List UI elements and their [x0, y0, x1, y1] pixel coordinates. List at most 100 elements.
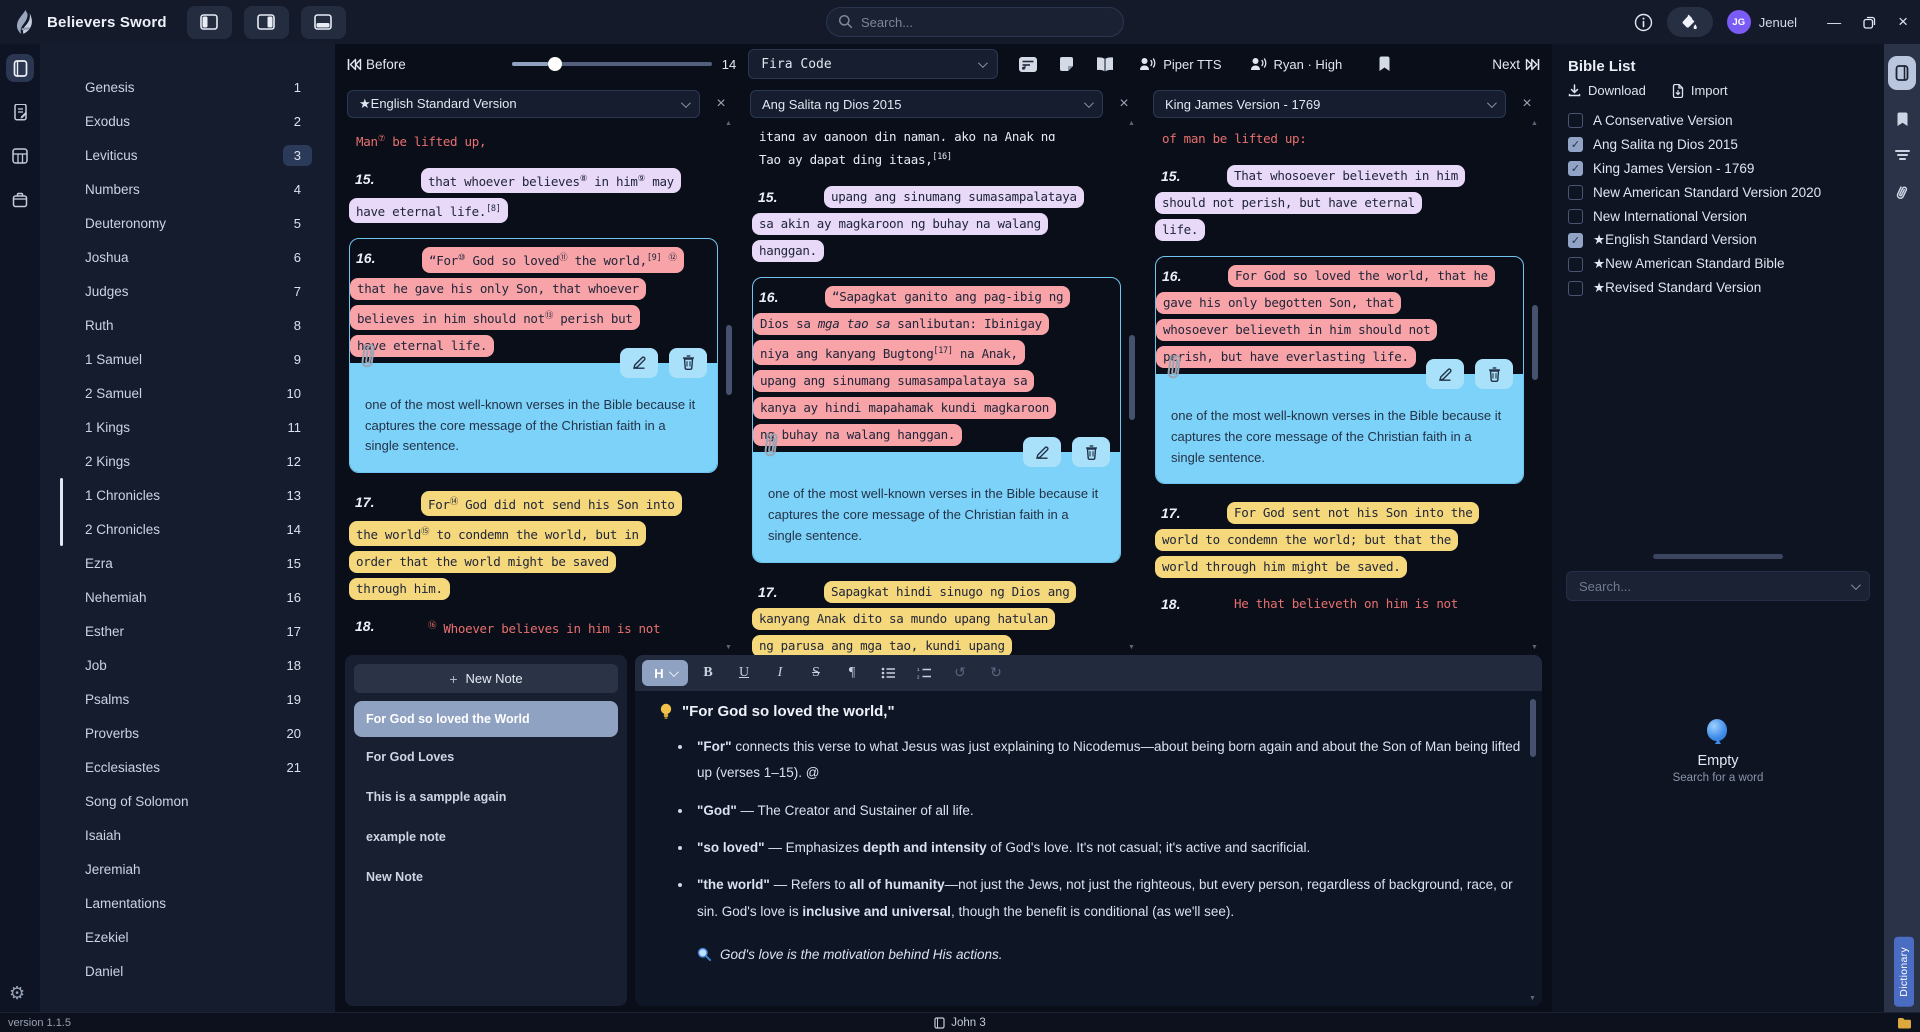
- tts-engine-selector[interactable]: Piper TTS: [1139, 57, 1221, 72]
- sticky-note-icon[interactable]: [1058, 56, 1075, 73]
- current-passage[interactable]: John 3: [0, 1017, 1920, 1029]
- book-row[interactable]: Jeremiah: [40, 852, 335, 886]
- open-book-icon[interactable]: [1095, 56, 1115, 73]
- bible-list-tab-icon[interactable]: [1888, 56, 1916, 90]
- book-row[interactable]: Ruth8: [40, 308, 335, 342]
- book-row[interactable]: Song of Solomon: [40, 784, 335, 818]
- version-checkbox[interactable]: ✓: [1568, 233, 1583, 248]
- verse-text[interactable]: Tao ay dapat ding itaas,[16]: [752, 146, 959, 171]
- avatar[interactable]: JG: [1727, 10, 1751, 34]
- book-row[interactable]: Judges7: [40, 274, 335, 308]
- book-row[interactable]: 2 Samuel10: [40, 376, 335, 410]
- verse-text[interactable]: “Sapagkat ganito ang pag-ibig ng: [825, 286, 1070, 308]
- note-list-item[interactable]: For God Loves: [354, 737, 618, 777]
- note-list-item[interactable]: For God so loved the World: [354, 701, 618, 737]
- verse-text[interactable]: world to condemn the world; but that the: [1155, 529, 1458, 551]
- version-select[interactable]: Ang Salita ng Dios 2015: [750, 90, 1103, 118]
- close-column-button[interactable]: ×: [1514, 95, 1540, 113]
- close-button[interactable]: ×: [1898, 12, 1908, 32]
- verse-text[interactable]: upang ang sinumang sumasampalataya: [824, 186, 1084, 208]
- user-name[interactable]: Jenuel: [1759, 15, 1797, 30]
- bookmark-icon[interactable]: [1378, 56, 1391, 72]
- import-bible-button[interactable]: Import: [1672, 83, 1728, 98]
- verse-text[interactable]: world through him might be saved.: [1155, 556, 1407, 578]
- column-scrollbar[interactable]: ▲▼: [1127, 120, 1137, 651]
- column-scrollbar[interactable]: ▲▼: [1530, 120, 1540, 651]
- book-row[interactable]: Joshua6: [40, 240, 335, 274]
- edit-note-button[interactable]: [620, 348, 658, 378]
- bookmark-tab-icon[interactable]: [1896, 112, 1909, 127]
- info-icon[interactable]: [1634, 13, 1653, 32]
- verse-text[interactable]: “For⑩ God so loved⑪ the world,[9] ⑫: [422, 247, 684, 272]
- verse-text[interactable]: should not perish, but have eternal: [1155, 192, 1422, 214]
- verse-area[interactable]: itang ay ganoon din naman, ako na Anak n…: [748, 120, 1139, 655]
- verse-text[interactable]: kanyang Anak dito sa mundo upang hatulan: [752, 608, 1055, 630]
- verse-text[interactable]: that he gave his only Son, that whoever: [350, 278, 646, 300]
- bible-version-row[interactable]: ✓King James Version - 1769: [1568, 156, 1868, 180]
- book-list-scroll-indicator[interactable]: [60, 478, 63, 546]
- verse-text[interactable]: hanggan.: [752, 240, 824, 262]
- verse-text[interactable]: order that the world might be saved: [349, 551, 616, 573]
- bible-version-row[interactable]: ★Revised Standard Version: [1568, 276, 1868, 300]
- verse-area[interactable]: of man be lifted up:15.That whosoever be…: [1151, 120, 1542, 655]
- bible-version-row[interactable]: New American Standard Version 2020: [1568, 180, 1868, 204]
- version-checkbox[interactable]: ✓: [1568, 161, 1583, 176]
- verse-text[interactable]: have eternal life.[8]: [349, 198, 508, 223]
- dictionary-tab[interactable]: Dictionary: [1894, 937, 1914, 1007]
- version-checkbox[interactable]: [1568, 113, 1583, 128]
- version-checkbox[interactable]: ✓: [1568, 137, 1583, 152]
- verse-text[interactable]: ng parusa ang mga tao, kundi upang: [752, 635, 1012, 655]
- theme-button[interactable]: [1667, 7, 1713, 37]
- toggle-right-panel-button[interactable]: [244, 6, 289, 39]
- scrollbar-thumb[interactable]: [1532, 305, 1538, 380]
- slider-thumb[interactable]: [548, 57, 562, 71]
- verse-text[interactable]: Sapagkat hindi sinugo ng Dios ang: [824, 581, 1076, 603]
- bible-version-row[interactable]: New International Version: [1568, 204, 1868, 228]
- underline-button[interactable]: U: [728, 660, 760, 686]
- bible-nav-icon[interactable]: [6, 54, 34, 82]
- study-notes-icon[interactable]: [6, 98, 34, 126]
- bible-version-row[interactable]: ✓Ang Salita ng Dios 2015: [1568, 132, 1868, 156]
- close-column-button[interactable]: ×: [1111, 95, 1137, 113]
- toggle-left-panel-button[interactable]: [187, 6, 232, 39]
- book-row[interactable]: 2 Kings12: [40, 444, 335, 478]
- panel-divider[interactable]: [1653, 554, 1783, 559]
- verse-text[interactable]: sa akin ay magkaroon ng buhay na walang: [752, 213, 1048, 235]
- bold-button[interactable]: B: [692, 660, 724, 686]
- bible-version-row[interactable]: ★New American Standard Bible: [1568, 252, 1868, 276]
- verse-text[interactable]: Man⑦ be lifted up,: [349, 128, 493, 153]
- verse-text[interactable]: For God sent not his Son into the: [1227, 502, 1479, 524]
- before-button[interactable]: Before: [347, 57, 406, 72]
- book-row[interactable]: Esther17: [40, 614, 335, 648]
- verse-text[interactable]: niya ang kanyang Bugtong[17] na Anak,: [753, 340, 1025, 365]
- book-row[interactable]: Nehemiah16: [40, 580, 335, 614]
- book-row[interactable]: Daniel: [40, 954, 335, 988]
- bible-version-row[interactable]: A Conservative Version: [1568, 108, 1868, 132]
- note-list-item[interactable]: example note: [354, 817, 618, 857]
- heading-format-button[interactable]: H: [642, 660, 688, 686]
- editor-scrollbar[interactable]: ▼: [1528, 691, 1538, 1002]
- book-row[interactable]: Isaiah: [40, 818, 335, 852]
- book-row[interactable]: 1 Kings11: [40, 410, 335, 444]
- redo-button[interactable]: ↻: [980, 660, 1012, 686]
- verse-text[interactable]: of man be lifted up:: [1155, 128, 1314, 150]
- reading-plan-icon[interactable]: [6, 142, 34, 170]
- book-row[interactable]: Ezra15: [40, 546, 335, 580]
- dictionary-search-input[interactable]: [1566, 571, 1870, 601]
- verse-text[interactable]: believes in him should not⑬ perish but: [350, 305, 640, 330]
- restore-button[interactable]: [1863, 16, 1876, 29]
- version-checkbox[interactable]: [1568, 209, 1583, 224]
- bullet-list-button[interactable]: [872, 660, 904, 686]
- verse-text[interactable]: that whoever believes⑧ in him⑨ may: [421, 168, 681, 193]
- modules-icon[interactable]: [6, 186, 34, 214]
- version-checkbox[interactable]: [1568, 281, 1583, 296]
- book-row[interactable]: Ezekiel: [40, 920, 335, 954]
- note-list-item[interactable]: New Note: [354, 857, 618, 897]
- verse-text[interactable]: That whosoever believeth in him: [1227, 165, 1465, 187]
- verse-text[interactable]: life.: [1155, 219, 1205, 241]
- tts-voice-selector[interactable]: Ryan · High: [1250, 57, 1343, 72]
- book-row[interactable]: Exodus2: [40, 104, 335, 138]
- verse-text[interactable]: itang ay ganoon din naman, ako na Anak n…: [752, 128, 1062, 141]
- settings-gear-icon[interactable]: ⚙: [9, 983, 25, 1004]
- italic-button[interactable]: I: [764, 660, 796, 686]
